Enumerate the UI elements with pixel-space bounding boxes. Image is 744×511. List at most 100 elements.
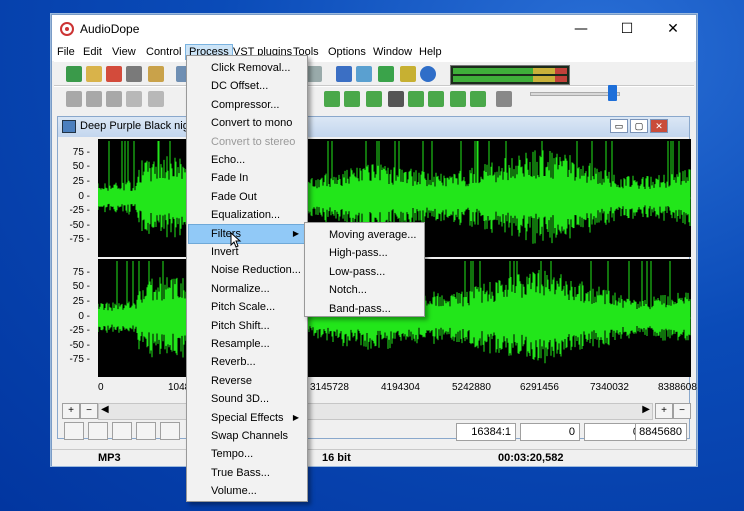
save-as-icon[interactable]: [148, 66, 164, 82]
zoom-out-vertical-icon[interactable]: −: [673, 403, 691, 419]
menu-item-label: Normalize...: [211, 282, 270, 295]
cd-rip-icon[interactable]: [400, 66, 416, 82]
zoom-in-vertical-icon[interactable]: +: [655, 403, 673, 419]
scale-label: 0 -: [78, 311, 90, 322]
ruler-label: 0: [98, 382, 104, 393]
zoom-out-horizontal-icon[interactable]: −: [80, 403, 98, 419]
menu-item-volume[interactable]: Volume...: [189, 482, 305, 500]
menu-item-equalization[interactable]: Equalization...: [189, 206, 305, 224]
pause-icon[interactable]: [366, 91, 382, 107]
save-icon[interactable]: [126, 66, 142, 82]
menu-item-echo[interactable]: Echo...: [189, 151, 305, 169]
fast-forward-icon[interactable]: [450, 91, 466, 107]
scroll-right-icon[interactable]: ▶: [642, 404, 650, 415]
menu-item-label: Click Removal...: [211, 62, 291, 74]
play-selection-icon[interactable]: [344, 91, 360, 107]
menu-item-sound-3d[interactable]: Sound 3D...: [189, 390, 305, 408]
cut-icon[interactable]: [106, 91, 122, 107]
scale-label: 25 -: [72, 296, 90, 307]
menu-view[interactable]: View: [109, 44, 139, 60]
zoom-selection-icon[interactable]: [306, 66, 322, 82]
zoom-in-horizontal-icon[interactable]: +: [62, 403, 80, 419]
close-button[interactable]: ✕: [650, 15, 696, 43]
volume-slider-track[interactable]: [530, 92, 620, 96]
doc-close-button[interactable]: ✕: [650, 119, 668, 133]
volume-slider-thumb[interactable]: [608, 85, 617, 101]
selection-start-field: 0: [520, 423, 580, 441]
menu-edit[interactable]: Edit: [80, 44, 105, 60]
menu-control[interactable]: Control: [143, 44, 184, 60]
redo-icon[interactable]: [86, 91, 102, 107]
menu-options[interactable]: Options: [325, 44, 369, 60]
menu-item-label: Equalization...: [211, 209, 281, 222]
menu-item-noise-reduction[interactable]: Noise Reduction...: [189, 261, 305, 279]
stop-icon[interactable]: [388, 91, 404, 107]
waveform-view-icon[interactable]: [356, 66, 372, 82]
doc-minimize-button[interactable]: ▭: [610, 119, 628, 133]
undo-icon[interactable]: [66, 91, 82, 107]
menu-item-normalize[interactable]: Normalize...: [189, 280, 305, 298]
menu-item-true-bass[interactable]: True Bass...: [189, 464, 305, 482]
menu-item-label: Special Effects: [211, 411, 284, 424]
green-tool-icon[interactable]: [378, 66, 394, 82]
mini-play-button[interactable]: [64, 422, 84, 440]
menu-file[interactable]: File: [54, 44, 78, 60]
menu-item-reverb[interactable]: Reverb...: [189, 353, 305, 371]
scale-label: -25 -: [69, 205, 90, 216]
submenu-item-band-pass[interactable]: Band-pass...: [307, 300, 423, 318]
new-file-icon[interactable]: [66, 66, 82, 82]
go-start-icon[interactable]: [408, 91, 424, 107]
app-logo-icon: [60, 22, 74, 36]
open-file-icon[interactable]: [86, 66, 102, 82]
rewind-icon[interactable]: [428, 91, 444, 107]
mini-play-selection-button[interactable]: [88, 422, 108, 440]
close-file-icon[interactable]: [106, 66, 122, 82]
menu-item-label: Noise Reduction...: [211, 264, 301, 277]
menu-item-tempo[interactable]: Tempo...: [189, 445, 305, 463]
scroll-left-icon[interactable]: ◀: [101, 404, 109, 415]
paste-icon[interactable]: [148, 91, 164, 107]
menu-item-pitch-shift[interactable]: Pitch Shift...: [189, 317, 305, 335]
menu-item-swap-channels[interactable]: Swap Channels: [189, 427, 305, 445]
status-format: MP3: [98, 452, 121, 464]
info-icon[interactable]: [420, 66, 436, 82]
scale-label: 75 -: [72, 147, 90, 158]
menu-help[interactable]: Help: [416, 44, 445, 60]
menu-item-label: Fade Out: [211, 190, 257, 203]
level-meter-bars: [453, 68, 567, 82]
menu-item-fade-in[interactable]: Fade In: [189, 169, 305, 187]
menu-window[interactable]: Window: [370, 44, 415, 60]
status-bar: MP3 16 bit 00:03:20,582: [52, 449, 696, 466]
scale-label: -25 -: [69, 325, 90, 336]
doc-restore-button[interactable]: ▢: [630, 119, 648, 133]
spectrum-icon[interactable]: [336, 66, 352, 82]
submenu-item-notch[interactable]: Notch...: [307, 281, 423, 299]
menu-item-special-effects[interactable]: Special Effects ▶: [189, 409, 305, 427]
menu-item-click-removal[interactable]: Click Removal...: [189, 59, 305, 77]
menu-item-fade-out[interactable]: Fade Out: [189, 188, 305, 206]
microphone-icon[interactable]: [496, 91, 512, 107]
menu-item-compressor[interactable]: Compressor...: [189, 96, 305, 114]
menu-item-resample[interactable]: Resample...: [189, 335, 305, 353]
go-end-icon[interactable]: [470, 91, 486, 107]
submenu-item-moving-average[interactable]: Moving average...: [307, 226, 423, 244]
menu-item-label: Compressor...: [211, 98, 280, 111]
scale-label: -50 -: [69, 220, 90, 231]
mini-stop-button[interactable]: [112, 422, 132, 440]
submenu-item-low-pass[interactable]: Low-pass...: [307, 263, 423, 281]
menu-item-dc-offset[interactable]: DC Offset...: [189, 77, 305, 95]
mini-go-end-button[interactable]: [160, 422, 180, 440]
menu-item-invert[interactable]: Invert: [189, 243, 305, 261]
maximize-button[interactable]: ☐: [604, 15, 650, 43]
menu-item-reverse[interactable]: Reverse: [189, 372, 305, 390]
copy-icon[interactable]: [126, 91, 142, 107]
menu-item-pitch-scale[interactable]: Pitch Scale...: [189, 298, 305, 316]
horizontal-scrollbar[interactable]: ◀ ▶: [98, 403, 653, 420]
play-icon[interactable]: [324, 91, 340, 107]
main-toolbar: [54, 61, 694, 86]
menu-item-filters[interactable]: Filters ▶: [188, 223, 306, 244]
minimize-button[interactable]: —: [558, 15, 604, 43]
submenu-item-high-pass[interactable]: High-pass...: [307, 244, 423, 262]
menu-item-convert-to-mono[interactable]: Convert to mono: [189, 114, 305, 132]
mini-go-start-button[interactable]: [136, 422, 156, 440]
